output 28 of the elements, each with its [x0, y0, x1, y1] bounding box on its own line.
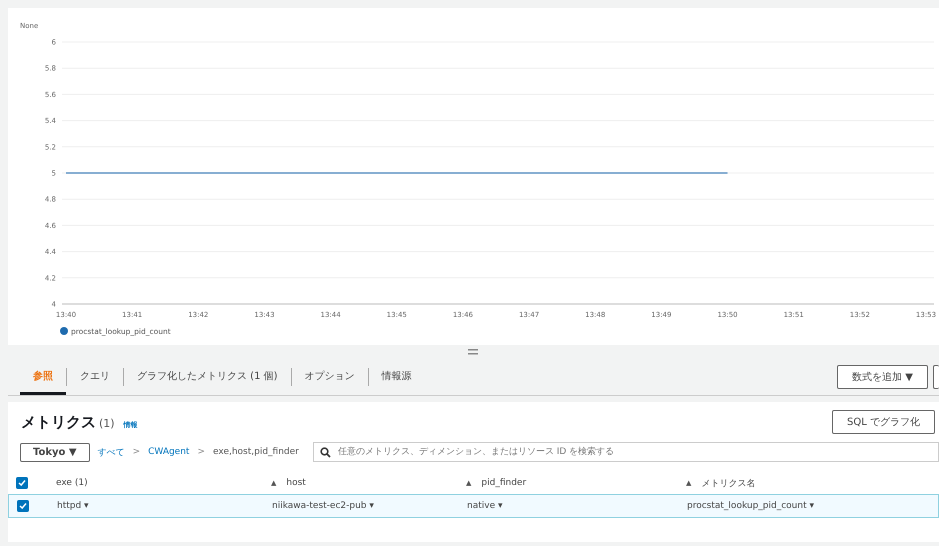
section-title: メトリクス: [21, 412, 96, 432]
checkbox[interactable]: [16, 477, 28, 489]
sql-graph-button[interactable]: SQL でグラフ化: [832, 410, 935, 434]
breadcrumb-separator: >: [197, 447, 206, 457]
tab[interactable]: グラフ化したメトリクス (1 個): [124, 359, 291, 395]
tab[interactable]: 情報源: [368, 359, 425, 395]
breadcrumb-link[interactable]: CWAgent: [148, 447, 190, 457]
menu-button[interactable]: [933, 365, 939, 389]
resize-handle-icon[interactable]: [468, 349, 478, 355]
table-row[interactable]: httpd ▾ niikawa-test-ec2-pub ▾ native ▾ procstat_lookup_pid_count ▾: [8, 494, 939, 518]
tab[interactable]: オプション: [292, 359, 368, 395]
table-cell: procstat_lookup_pid_count ▾: [687, 501, 814, 511]
table-cell: niikawa-test-ec2-pub ▾: [272, 501, 374, 511]
add-math-button[interactable]: 数式を追加 ▼: [837, 365, 928, 389]
table-cell: httpd ▾: [57, 501, 89, 511]
column-header[interactable]: host: [286, 478, 306, 488]
search-field[interactable]: 任意のメトリクス、ディメンション、またはリソース ID を検索する: [312, 442, 939, 462]
breadcrumb-separator: >: [132, 447, 140, 457]
region-dropdown[interactable]: Tokyo ▼: [20, 442, 90, 462]
column-header[interactable]: メトリクス名: [701, 476, 756, 490]
breadcrumb-link[interactable]: すべて: [98, 446, 125, 458]
tab[interactable]: クエリ: [67, 359, 123, 395]
table-cell: native ▾: [467, 501, 502, 511]
column-header[interactable]: pid_finder: [481, 478, 526, 488]
column-header[interactable]: exe (1): [56, 478, 88, 488]
checkbox[interactable]: [17, 500, 29, 512]
breadcrumb-current: exe,host,pid_finder: [213, 447, 299, 457]
metric-count: (1): [99, 416, 115, 430]
